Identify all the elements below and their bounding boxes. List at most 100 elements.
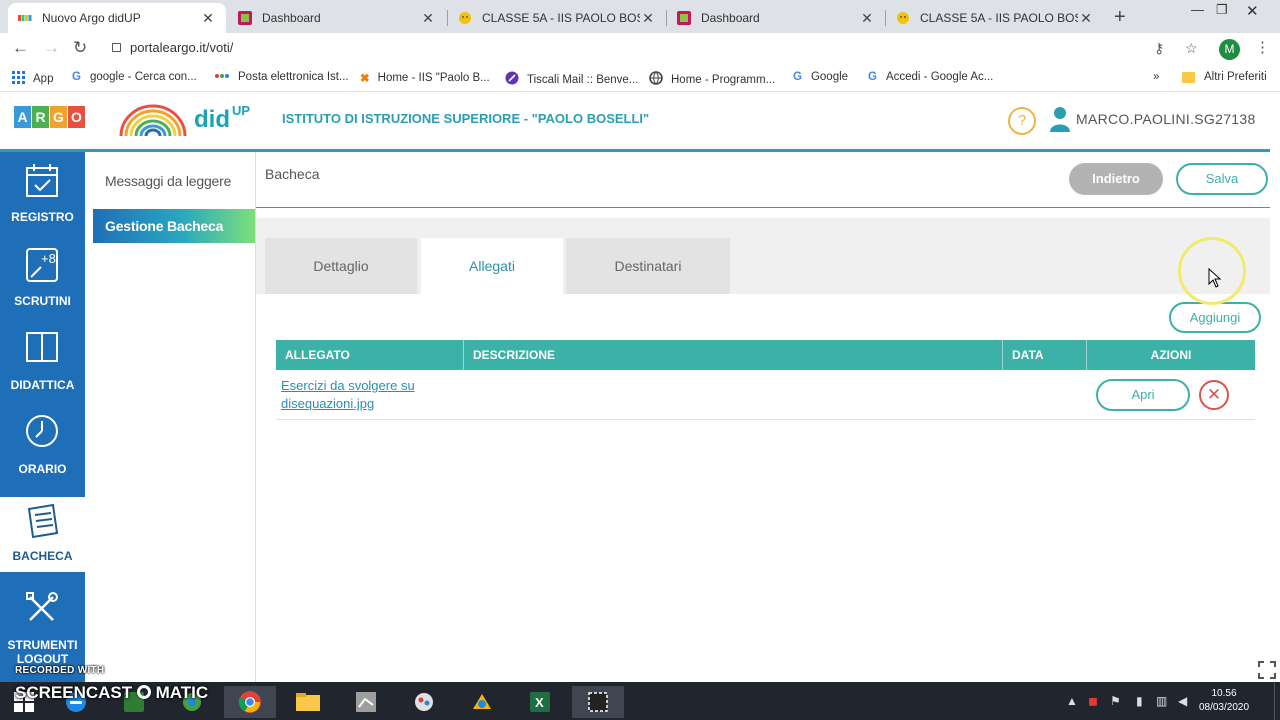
taskbar-explorer[interactable] bbox=[282, 686, 334, 718]
browser-tab-classe[interactable]: CLASSE 5A - IIS PAOLO BOSELLI ✕ bbox=[448, 3, 666, 33]
add-attachment-button[interactable]: Aggiungi bbox=[1169, 302, 1261, 333]
more-bookmarks-icon[interactable]: » bbox=[1153, 71, 1159, 83]
restore-icon[interactable]: ❐ bbox=[1216, 2, 1228, 18]
subnav-gestione-bacheca[interactable]: Gestione Bacheca bbox=[93, 209, 255, 243]
argo-logo[interactable]: A R G O bbox=[14, 106, 86, 128]
browser-tab-title: CLASSE 5A - IIS PAOLO BOSELLI bbox=[920, 11, 1078, 25]
grades-icon: +8 bbox=[26, 248, 58, 282]
nav-bacheca[interactable]: BACHECA bbox=[0, 497, 85, 572]
watermark-screencast: SCREENCAST bbox=[15, 683, 133, 702]
taskbar-app-8[interactable] bbox=[456, 686, 508, 718]
bookmark-home-iis[interactable]: ✖ Home - IIS "Paolo B... bbox=[360, 71, 490, 85]
url-field[interactable]: portaleargo.it/voti/ bbox=[112, 40, 233, 55]
book-icon bbox=[26, 332, 58, 362]
open-attachment-button[interactable]: Apri bbox=[1096, 379, 1190, 411]
star-icon[interactable]: ☆ bbox=[1185, 40, 1198, 57]
bookmark-label: Home - Programm... bbox=[671, 73, 776, 86]
profile-avatar[interactable]: M bbox=[1219, 39, 1240, 60]
bookmark-label: Tiscali Mail :: Benve... bbox=[527, 73, 639, 86]
tray-volume-icon[interactable]: ◀ bbox=[1178, 694, 1187, 708]
browser-tab-title: Dashboard bbox=[262, 11, 321, 25]
attachment-link[interactable]: Esercizi da svolgere su disequazioni.jpg bbox=[281, 377, 441, 413]
save-button[interactable]: Salva bbox=[1176, 163, 1268, 195]
help-button[interactable]: ? bbox=[1008, 107, 1036, 135]
minimize-icon[interactable]: — bbox=[1191, 2, 1204, 17]
browser-tab-dashboard[interactable]: Dashboard ✕ bbox=[228, 3, 446, 33]
bookmark-google[interactable]: G Google bbox=[793, 71, 848, 83]
record-frame-icon bbox=[588, 692, 608, 712]
delete-attachment-icon[interactable]: ✕ bbox=[1199, 380, 1229, 410]
bookmark-label: Posta elettronica Ist... bbox=[238, 71, 349, 83]
tab-allegati[interactable]: Allegati bbox=[421, 238, 563, 294]
smiley-favicon-icon bbox=[458, 11, 472, 25]
col-allegato[interactable]: ALLEGATO bbox=[276, 340, 464, 370]
taskbar-excel[interactable]: X bbox=[514, 686, 566, 718]
bookmark-google-search[interactable]: Ggoogle - Cerca con... bbox=[72, 71, 197, 83]
bookmark-home-programm[interactable]: Home - Programm... bbox=[649, 71, 775, 88]
bookmark-apps[interactable]: App bbox=[12, 71, 53, 87]
bookmark-posta[interactable]: Posta elettronica Ist... bbox=[215, 71, 349, 83]
subnav-messaggi[interactable]: Messaggi da leggere bbox=[93, 164, 255, 198]
app-header: A R G O did UP ISTITUTO DI ISTRUZIONE SUP… bbox=[0, 92, 1280, 150]
close-tab-icon[interactable]: ✕ bbox=[859, 10, 875, 27]
tray-app-icon[interactable]: ◼ bbox=[1088, 694, 1098, 708]
col-data[interactable]: DATA bbox=[1003, 340, 1087, 370]
taskbar-chrome[interactable] bbox=[224, 686, 276, 718]
close-tab-icon[interactable]: ✕ bbox=[640, 10, 656, 27]
nav-scrutini[interactable]: +8 SCRUTINI bbox=[0, 236, 85, 318]
bookmark-altri-preferiti[interactable]: Altri Preferiti bbox=[1182, 71, 1267, 83]
google-icon: G bbox=[793, 71, 802, 83]
nav-didattica[interactable]: DIDATTICA bbox=[0, 320, 85, 402]
globe-icon bbox=[649, 71, 663, 88]
tray-network-icon[interactable]: ▥ bbox=[1156, 694, 1167, 708]
browser-tab-classe-2[interactable]: CLASSE 5A - IIS PAOLO BOSELLI ✕ bbox=[886, 3, 1104, 33]
product-sup: UP bbox=[232, 103, 251, 118]
screencast-watermark: SCREENCAST MATIC bbox=[15, 683, 208, 703]
browser-tab-argo[interactable]: Nuovo Argo didUP ✕ bbox=[8, 3, 226, 33]
back-button[interactable]: Indietro bbox=[1069, 163, 1163, 195]
close-tab-icon[interactable]: ✕ bbox=[420, 10, 436, 27]
map-icon bbox=[356, 692, 376, 712]
svg-text:+8: +8 bbox=[41, 251, 56, 266]
tray-up-arrow-icon[interactable]: ▲ bbox=[1066, 694, 1078, 708]
apps-grid-icon bbox=[12, 71, 25, 87]
argo-letter: G bbox=[50, 106, 67, 128]
mail-icon bbox=[215, 71, 230, 83]
bookmark-tiscali[interactable]: Tiscali Mail :: Benve... bbox=[505, 71, 638, 88]
tray-battery-icon[interactable]: ▮ bbox=[1136, 694, 1143, 708]
new-tab-icon[interactable]: + bbox=[1114, 6, 1126, 29]
tray-flag-icon[interactable]: ⚑ bbox=[1110, 694, 1121, 708]
close-tab-icon[interactable]: ✕ bbox=[200, 10, 216, 27]
taskbar-screen-recorder[interactable] bbox=[572, 686, 624, 718]
key-icon[interactable]: ⚷ bbox=[1154, 40, 1164, 57]
show-desktop-button[interactable] bbox=[1274, 682, 1280, 720]
browser-menu-icon[interactable]: ⋮ bbox=[1255, 38, 1270, 56]
close-tab-icon[interactable]: ✕ bbox=[1078, 10, 1094, 27]
taskbar-clock[interactable]: 10.56 08/03/2020 bbox=[1196, 687, 1252, 715]
taskbar-app-7[interactable] bbox=[398, 686, 450, 718]
argo-favicon-icon bbox=[18, 11, 32, 25]
tab-destinatari[interactable]: Destinatari bbox=[566, 238, 730, 294]
nav-orario[interactable]: ORARIO bbox=[0, 404, 85, 486]
taskbar-app-6[interactable] bbox=[340, 686, 392, 718]
nav-label: BACHECA bbox=[12, 549, 73, 563]
window-close-icon[interactable]: ✕ bbox=[1246, 2, 1259, 20]
bookmark-label: Accedi - Google Ac... bbox=[885, 71, 994, 83]
dashboard-favicon-icon bbox=[238, 11, 252, 25]
back-arrow-icon[interactable]: ← bbox=[12, 38, 29, 58]
browser-tab-dashboard-2[interactable]: Dashboard ✕ bbox=[667, 3, 885, 33]
col-descrizione[interactable]: DESCRIZIONE bbox=[464, 340, 1003, 370]
nav-registro[interactable]: REGISTRO bbox=[0, 152, 85, 234]
watermark-matic: MATIC bbox=[155, 683, 209, 702]
fullscreen-icon[interactable] bbox=[1258, 661, 1276, 684]
clock-date: 08/03/2020 bbox=[1198, 702, 1250, 713]
tab-dettaglio[interactable]: Dettaglio bbox=[265, 238, 417, 294]
nav-label: LOGOUT bbox=[16, 652, 69, 666]
nav-label: SCRUTINI bbox=[14, 294, 71, 308]
bulletin-board-icon bbox=[27, 503, 59, 539]
bookmark-accedi-google[interactable]: G Accedi - Google Ac... bbox=[868, 71, 993, 83]
excel-icon: X bbox=[530, 692, 550, 712]
username[interactable]: MARCO.PAOLINI.SG27138 bbox=[1076, 111, 1256, 127]
forward-arrow-icon[interactable]: → bbox=[43, 38, 60, 58]
reload-icon[interactable]: ↻ bbox=[73, 38, 87, 58]
